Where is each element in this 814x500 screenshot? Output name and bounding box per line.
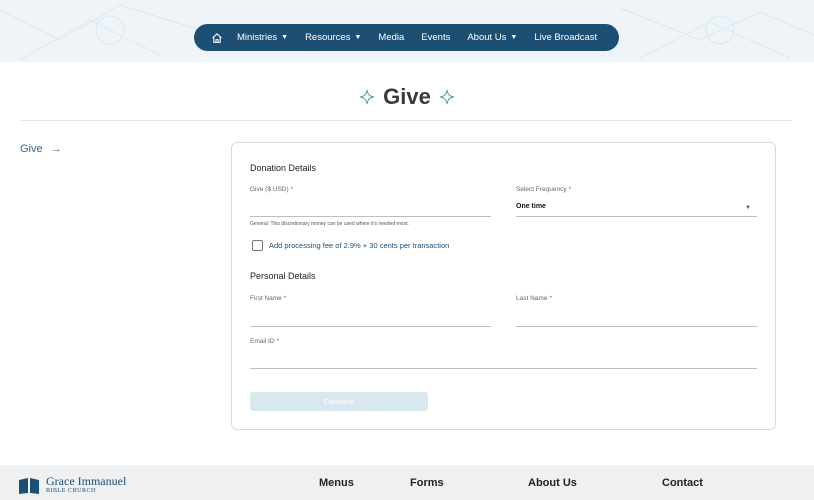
logo-name: Grace Immanuel: [46, 474, 127, 488]
footer-heading-forms: Forms: [410, 477, 444, 489]
nav-item-label: Ministries: [237, 32, 278, 43]
frequency-select-value[interactable]: One time: [516, 203, 546, 210]
main-nav: Ministries ▼ Resources ▼ Media Events Abou…: [194, 24, 619, 51]
nav-item-resources[interactable]: Resources ▼: [305, 32, 361, 43]
required-mark: *: [283, 295, 287, 302]
required-mark: *: [549, 295, 552, 302]
give-amount-label-text: Give ($ USD): [250, 186, 289, 193]
give-amount-label: Give ($ USD) *: [250, 186, 293, 193]
give-amount-input[interactable]: [250, 216, 491, 217]
page-title-wrap: Give: [0, 82, 814, 112]
frequency-label-text: Select Frequency: [516, 186, 567, 193]
required-mark: *: [276, 338, 280, 345]
frequency-label: Select Frequency *: [516, 186, 571, 193]
nav-item-label: Events: [421, 32, 451, 43]
chevron-down-icon: ▼: [354, 34, 362, 41]
home-icon[interactable]: [211, 31, 225, 45]
logo-text: Grace Immanuel BIBLE CHURCH: [46, 475, 126, 496]
first-name-input[interactable]: [250, 326, 491, 327]
nav-item-live-broadcast[interactable]: Live Broadcast: [534, 32, 597, 43]
required-mark: *: [290, 186, 294, 193]
chevron-down-icon[interactable]: ▼: [745, 205, 751, 211]
sidebar-link-label: Give: [20, 143, 43, 155]
nav-item-about-us[interactable]: About Us ▼: [467, 32, 517, 43]
processing-fee-checkbox[interactable]: [252, 240, 263, 251]
personal-details-heading: Personal Details: [250, 271, 316, 281]
ornament-right-icon: [439, 89, 454, 105]
page-title: Give: [383, 84, 431, 109]
give-amount-hint: General: This discretionary money can be…: [250, 221, 409, 227]
footer-heading-about-us: About Us: [528, 477, 577, 489]
first-name-label-text: First Name: [250, 295, 282, 302]
nav-item-label: Media: [378, 32, 405, 43]
donation-details-heading: Donation Details: [250, 163, 317, 173]
header-band: Ministries ▼ Resources ▼ Media Events Abou…: [0, 0, 814, 62]
nav-item-ministries[interactable]: Ministries ▼: [237, 32, 288, 43]
processing-fee-label[interactable]: Add processing fee of 2.9% + 30 cents pe…: [269, 241, 449, 250]
frequency-select[interactable]: [516, 216, 757, 217]
ornament-left-icon: [360, 89, 375, 105]
bible-logo-icon: [19, 477, 39, 494]
church-logo[interactable]: Grace Immanuel BIBLE CHURCH: [18, 475, 126, 496]
last-name-input[interactable]: [516, 326, 757, 327]
footer: Grace Immanuel BIBLE CHURCH Menus Forms …: [0, 465, 814, 500]
nav-item-label: About Us: [467, 32, 507, 43]
required-mark: *: [568, 186, 572, 193]
continue-button[interactable]: Continue: [250, 392, 428, 411]
email-label: Email ID *: [250, 338, 279, 345]
nav-item-label: Live Broadcast: [534, 32, 598, 43]
sidebar-link-give[interactable]: Give →: [20, 143, 62, 155]
title-divider: [20, 120, 792, 121]
donation-form-card: Donation Details Give ($ USD) * General: …: [231, 142, 776, 430]
arrow-right-icon: →: [50, 143, 62, 155]
chevron-down-icon: ▼: [281, 34, 289, 41]
first-name-label: First Name *: [250, 295, 286, 302]
email-label-text: Email ID: [250, 338, 275, 345]
footer-heading-menus: Menus: [319, 477, 354, 489]
footer-heading-contact: Contact: [662, 477, 703, 489]
nav-item-media[interactable]: Media: [378, 32, 404, 43]
email-input[interactable]: [250, 368, 757, 369]
last-name-label: Last Name *: [516, 295, 552, 302]
nav-item-events[interactable]: Events: [421, 32, 450, 43]
last-name-label-text: Last Name: [516, 295, 548, 302]
nav-item-label: Resources: [305, 32, 351, 43]
chevron-down-icon: ▼: [510, 34, 518, 41]
logo-subtitle: BIBLE CHURCH: [46, 488, 96, 494]
